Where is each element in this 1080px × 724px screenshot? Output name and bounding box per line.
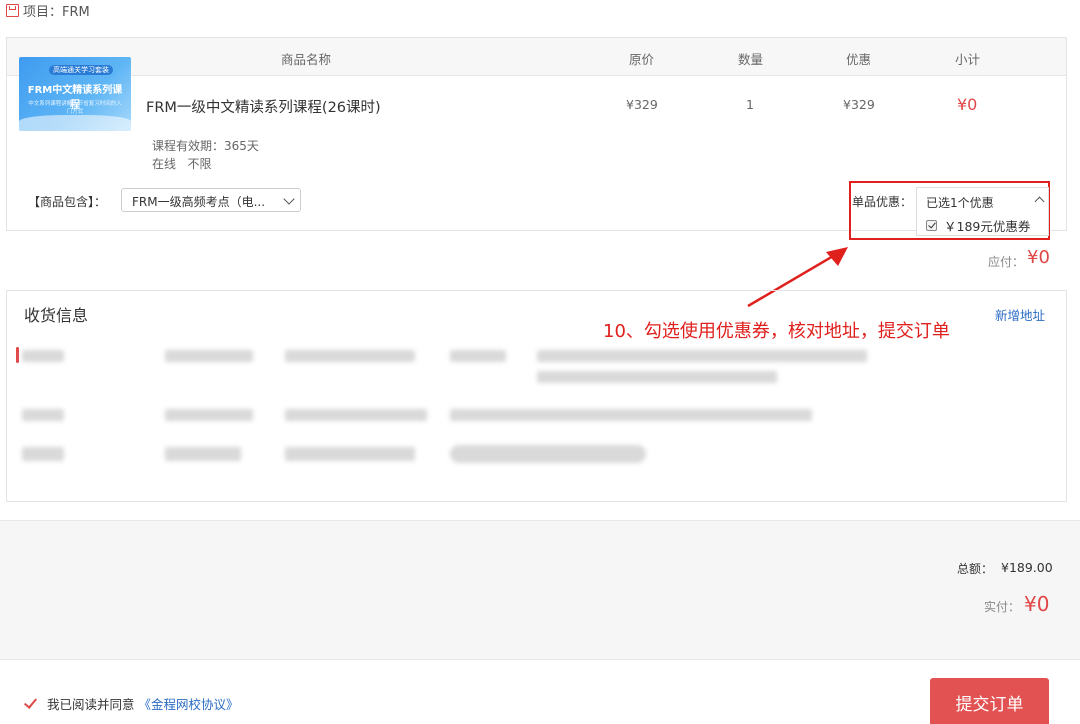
thumbnail-tag: 高端通关学习套装 [49,65,113,75]
includes-value: FRM一级高频考点（电... [132,195,266,209]
thumbnail-decoration [19,115,131,131]
address-row-blur [537,350,867,362]
coupon-checkbox[interactable] [926,220,937,231]
address-row-blur [537,371,777,383]
project-label: 项目：FRM [23,5,90,20]
discount-amount: ¥329 [843,97,875,112]
item-discount-selected[interactable]: 已选1个优惠 [926,194,994,211]
agreement-text: 我已阅读并同意 《金程网校协议》 [47,694,239,713]
actual-pay-value: ¥0 [1024,592,1050,616]
item-discount-label: 单品优惠： [852,195,913,209]
address-row-blur [285,350,415,362]
shipping-title: 收货信息 [24,306,89,325]
address-row-blur[interactable] [22,409,64,421]
col-subtotal: 小计 [955,52,981,67]
original-price: ¥329 [626,97,658,112]
col-discount: 优惠 [846,52,872,67]
total-label: 总额： [957,562,994,576]
payable-label: 应付： [988,255,1025,269]
address-row-blur [450,409,812,421]
payable-value: ¥0 [1027,247,1050,268]
col-quantity: 数量 [738,52,764,67]
project-icon [6,4,19,17]
address-row-blur [165,447,241,461]
course-mode: 在线 不限 [152,157,212,171]
coupon-option[interactable]: ￥189元优惠券 [944,216,1030,235]
subtotal: ¥0 [957,95,978,114]
address-row-blur [165,350,253,362]
actual-pay-label: 实付： [984,600,1021,614]
address-row-blur [450,350,506,362]
cart-table-header: 商品名称 原价 数量 优惠 小计 [7,38,1066,76]
submit-order-button[interactable]: 提交订单 [930,678,1049,724]
address-selected-marker [16,347,19,363]
chevron-down-icon [283,193,295,205]
project-header: 项目：FRM [6,1,90,20]
address-row-blur [450,445,646,463]
course-validity: 课程有效期：365天 [152,139,259,153]
quantity: 1 [746,97,754,112]
address-row-blur[interactable] [22,447,64,461]
address-row-blur [285,447,415,461]
address-row-blur [165,409,253,421]
address-row-blur [285,409,427,421]
agreement-link[interactable]: 《金程网校协议》 [139,697,239,712]
col-original-price: 原价 [629,52,655,67]
order-summary [0,520,1080,660]
col-product-name: 商品名称 [281,52,332,67]
add-address-link[interactable]: 新增地址 [995,305,1045,324]
includes-select[interactable]: FRM一级高频考点（电... [121,188,301,212]
agreement-label: 我已阅读并同意 [47,697,135,712]
total-value: ¥189.00 [1001,560,1053,575]
product-thumbnail[interactable]: 高端通关学习套装 FRM中文精读系列课程 中文系列课程讲解，节省复习时间的入门方… [19,57,131,131]
thumbnail-subtitle: 中文系列课程讲解，节省复习时间的入门方式 [28,101,122,115]
agree-checkbox[interactable] [24,696,38,710]
product-name[interactable]: FRM一级中文精读系列课程(26课时) [146,96,381,117]
annotation-text: 10、勾选使用优惠券，核对地址，提交订单 [603,321,950,342]
includes-label: 【商品包含】： [28,195,107,209]
address-row-blur[interactable] [22,350,64,362]
